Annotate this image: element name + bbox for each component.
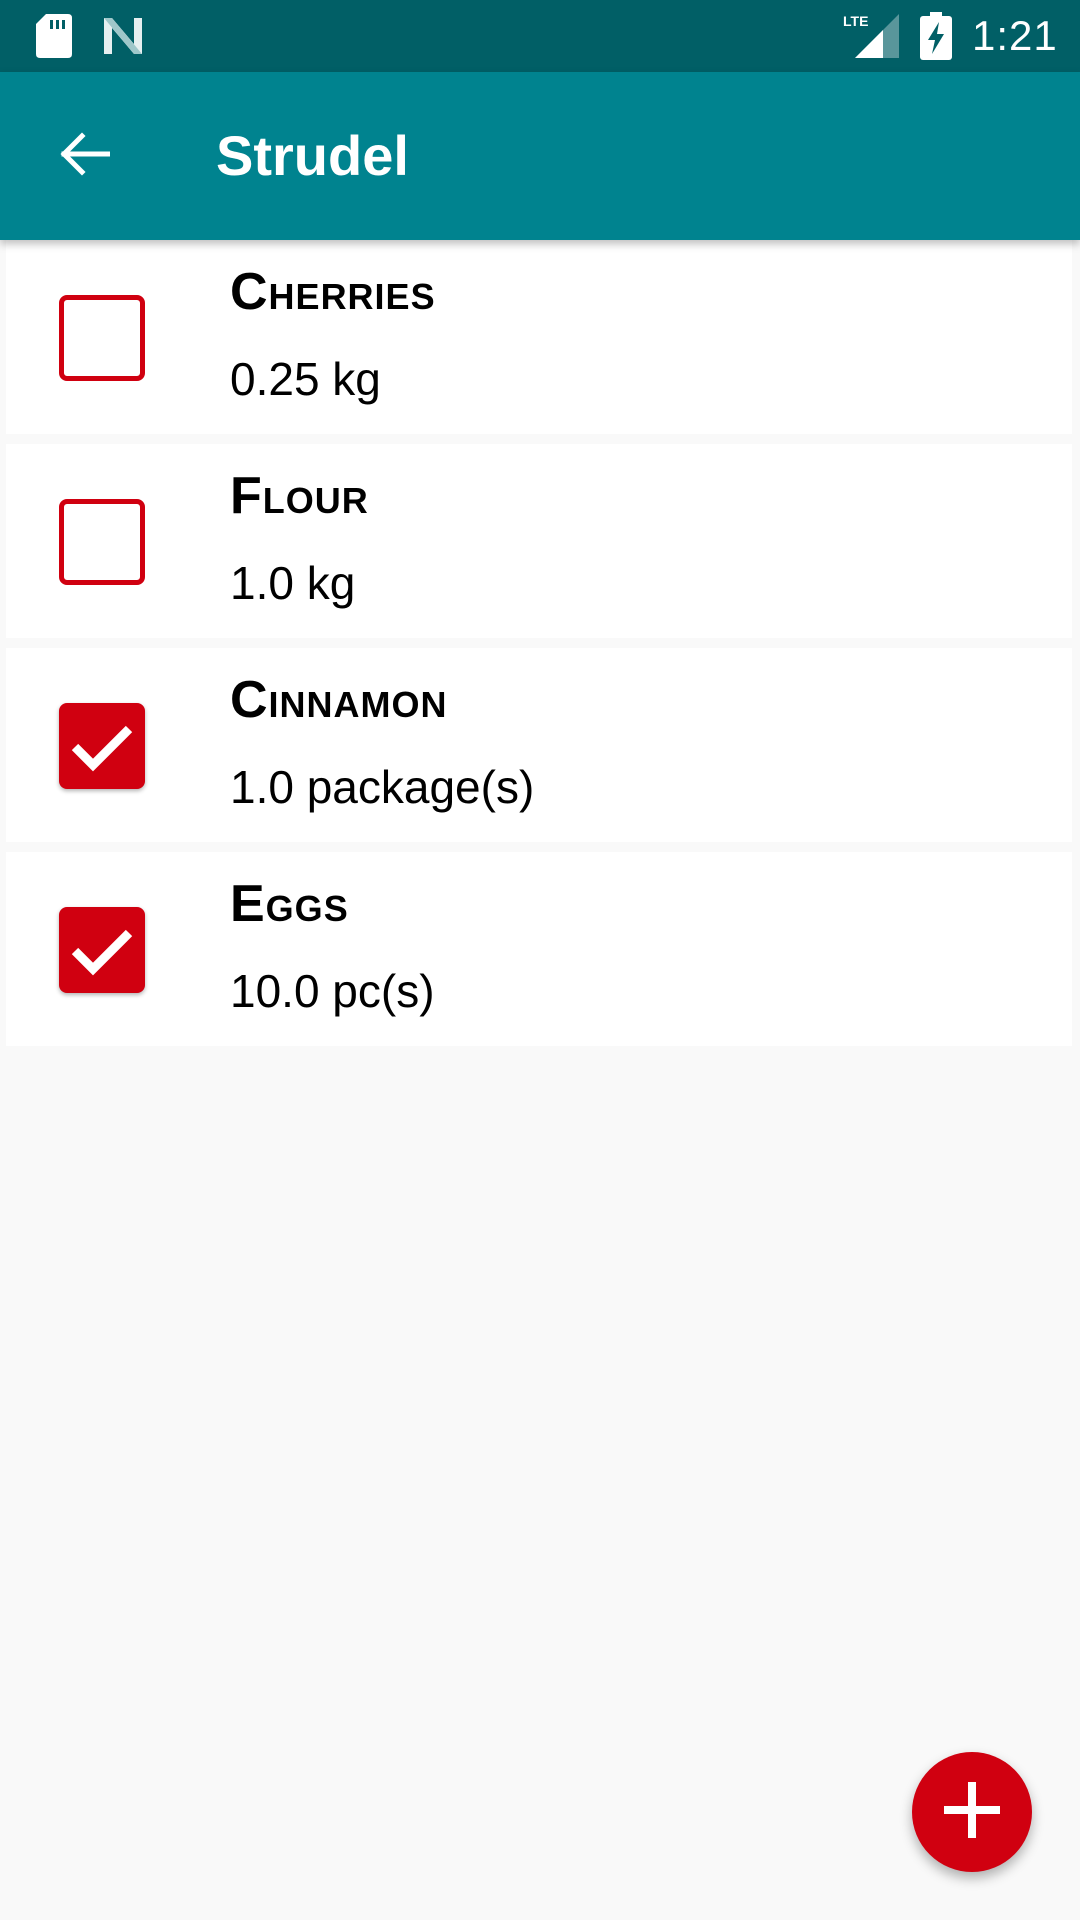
item-quantity: 1.0 kg xyxy=(230,557,356,609)
item-checkbox[interactable] xyxy=(59,907,145,993)
check-icon xyxy=(71,929,133,976)
list-item[interactable]: Flour 1.0 kg xyxy=(6,444,1072,638)
list-item[interactable]: Eggs 10.0 pc(s) xyxy=(6,852,1072,1046)
arrow-back-icon xyxy=(58,128,111,185)
svg-text:LTE: LTE xyxy=(843,13,868,29)
plus-icon xyxy=(940,1778,1004,1847)
list-item[interactable]: Cherries 0.25 kg xyxy=(6,240,1072,434)
status-bar: LTE 1:21 xyxy=(0,0,1080,72)
item-checkbox[interactable] xyxy=(59,499,145,585)
item-name: Cinnamon xyxy=(230,671,448,729)
lte-signal-icon: LTE xyxy=(843,12,899,58)
add-item-button[interactable] xyxy=(912,1752,1032,1872)
item-name: Flour xyxy=(230,467,369,525)
n-icon xyxy=(104,18,148,54)
item-quantity: 1.0 package(s) xyxy=(230,761,535,813)
page-title: Strudel xyxy=(216,124,409,187)
app-bar: Strudel xyxy=(0,72,1080,240)
back-button[interactable] xyxy=(44,116,124,196)
list-item[interactable]: Cinnamon 1.0 package(s) xyxy=(6,648,1072,842)
battery-charging-icon xyxy=(920,12,952,60)
check-icon xyxy=(71,725,133,772)
sd-card-icon xyxy=(36,14,72,58)
item-quantity: 10.0 pc(s) xyxy=(230,965,435,1017)
item-name: Cherries xyxy=(230,263,436,321)
item-name: Eggs xyxy=(230,875,349,933)
status-time: 1:21 xyxy=(972,12,1058,59)
item-quantity: 0.25 kg xyxy=(230,353,381,405)
item-checkbox[interactable] xyxy=(59,295,145,381)
item-checkbox[interactable] xyxy=(59,703,145,789)
